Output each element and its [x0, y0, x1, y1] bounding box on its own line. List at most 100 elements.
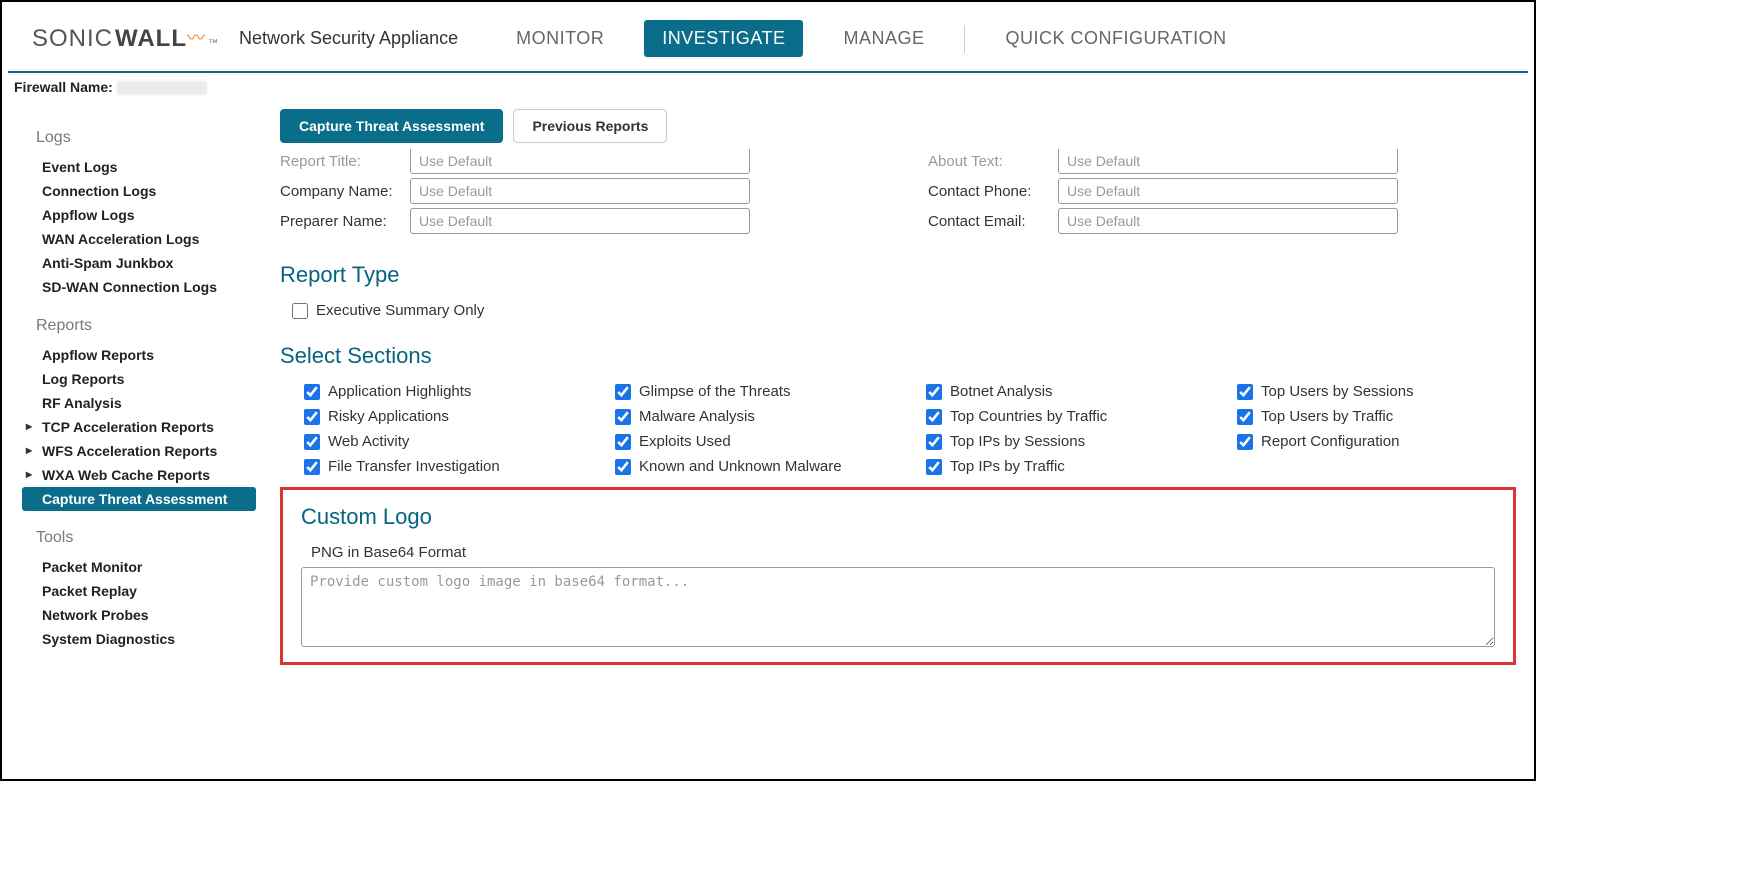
label-section: Top Users by Traffic [1261, 408, 1393, 425]
nav-investigate[interactable]: INVESTIGATE [644, 20, 803, 57]
form-top: Report Title: Company Name: Preparer Nam… [280, 145, 1516, 238]
sidebar-item-appflow-logs[interactable]: Appflow Logs [22, 203, 262, 227]
section-option: Top Countries by Traffic [926, 408, 1205, 425]
checkbox-section[interactable] [615, 434, 631, 450]
section-select-sections: Select Sections [280, 343, 1516, 369]
sidebar-item-packet-replay[interactable]: Packet Replay [22, 579, 262, 603]
sidebar-item-wan-accel-logs[interactable]: WAN Acceleration Logs [22, 227, 262, 251]
label-about-text: About Text: [928, 153, 1058, 170]
input-report-title[interactable] [410, 149, 750, 174]
input-company-name[interactable] [410, 178, 750, 204]
label-section: Exploits Used [639, 433, 731, 450]
label-preparer-name: Preparer Name: [280, 213, 410, 230]
section-report-type: Report Type [280, 262, 1516, 288]
checkbox-section[interactable] [615, 409, 631, 425]
label-report-title: Report Title: [280, 153, 410, 170]
main-content: Capture Threat Assessment Previous Repor… [262, 101, 1534, 675]
sidebar: Logs Event Logs Connection Logs Appflow … [2, 101, 262, 675]
sidebar-item-wfs-accel[interactable]: WFS Acceleration Reports [22, 439, 262, 463]
section-option: File Transfer Investigation [304, 458, 583, 475]
label-contact-phone: Contact Phone: [928, 183, 1058, 200]
firewall-name: Firewall Name: [2, 73, 1534, 101]
section-option: Exploits Used [615, 433, 894, 450]
checkbox-section[interactable] [1237, 384, 1253, 400]
section-custom-logo: Custom Logo [301, 504, 1495, 530]
label-section: Top IPs by Sessions [950, 433, 1085, 450]
tabs: Capture Threat Assessment Previous Repor… [280, 109, 1516, 143]
checkbox-section[interactable] [615, 459, 631, 475]
input-contact-phone[interactable] [1058, 178, 1398, 204]
section-option: Botnet Analysis [926, 383, 1205, 400]
sidebar-item-system-diagnostics[interactable]: System Diagnostics [22, 627, 262, 651]
checkbox-section[interactable] [926, 459, 942, 475]
section-option: Top IPs by Traffic [926, 458, 1205, 475]
label-png-base64: PNG in Base64 Format [311, 544, 1495, 561]
label-section: Known and Unknown Malware [639, 458, 842, 475]
sidebar-item-appflow-reports[interactable]: Appflow Reports [22, 343, 262, 367]
sidebar-item-capture-threat[interactable]: Capture Threat Assessment [22, 487, 256, 511]
section-option: Application Highlights [304, 383, 583, 400]
firewall-value-redacted [117, 81, 207, 95]
section-option: Top Users by Sessions [1237, 383, 1516, 400]
sidebar-item-rf-analysis[interactable]: RF Analysis [22, 391, 262, 415]
sidebar-item-packet-monitor[interactable]: Packet Monitor [22, 555, 262, 579]
nav-manage[interactable]: MANAGE [825, 20, 942, 57]
checkbox-section[interactable] [304, 459, 320, 475]
label-section: Top Countries by Traffic [950, 408, 1107, 425]
sidebar-item-network-probes[interactable]: Network Probes [22, 603, 262, 627]
label-contact-email: Contact Email: [928, 213, 1058, 230]
label-section: Top Users by Sessions [1261, 383, 1414, 400]
input-preparer-name[interactable] [410, 208, 750, 234]
label-section: Report Configuration [1261, 433, 1399, 450]
sidebar-group-logs: Logs [36, 129, 262, 147]
sidebar-group-reports: Reports [36, 317, 262, 335]
textarea-custom-logo[interactable] [301, 567, 1495, 647]
flame-icon: 〰 [187, 24, 206, 50]
checkbox-section[interactable] [304, 434, 320, 450]
logo-wall: WALL [115, 25, 187, 53]
logo-tm: ™ [208, 38, 219, 49]
label-section: Top IPs by Traffic [950, 458, 1065, 475]
checkbox-section[interactable] [926, 409, 942, 425]
header: SONICWALL〰™ Network Security Appliance M… [2, 2, 1534, 71]
logo-sonic: SONIC [32, 25, 113, 53]
checkbox-section[interactable] [615, 384, 631, 400]
label-company-name: Company Name: [280, 183, 410, 200]
nav-quick-config[interactable]: QUICK CONFIGURATION [987, 20, 1244, 57]
tab-capture[interactable]: Capture Threat Assessment [280, 109, 503, 143]
sidebar-item-anti-spam[interactable]: Anti-Spam Junkbox [22, 251, 262, 275]
label-section: Risky Applications [328, 408, 449, 425]
checkbox-section[interactable] [304, 409, 320, 425]
section-option: Risky Applications [304, 408, 583, 425]
label-section: Botnet Analysis [950, 383, 1053, 400]
appliance-label: Network Security Appliance [239, 28, 458, 49]
section-option: Known and Unknown Malware [615, 458, 894, 475]
checkbox-section[interactable] [1237, 409, 1253, 425]
sidebar-group-tools: Tools [36, 529, 262, 547]
label-exec-only: Executive Summary Only [316, 302, 484, 319]
sidebar-item-connection-logs[interactable]: Connection Logs [22, 179, 262, 203]
sidebar-item-wxa-cache[interactable]: WXA Web Cache Reports [22, 463, 262, 487]
label-section: File Transfer Investigation [328, 458, 500, 475]
input-about-text[interactable] [1058, 149, 1398, 174]
input-contact-email[interactable] [1058, 208, 1398, 234]
section-option: Glimpse of the Threats [615, 383, 894, 400]
section-option: Web Activity [304, 433, 583, 450]
checkbox-section[interactable] [304, 384, 320, 400]
sidebar-item-event-logs[interactable]: Event Logs [22, 155, 262, 179]
label-section: Glimpse of the Threats [639, 383, 790, 400]
checkbox-section[interactable] [926, 434, 942, 450]
checkbox-exec-only[interactable] [292, 303, 308, 319]
top-nav: MONITOR INVESTIGATE MANAGE QUICK CONFIGU… [498, 20, 1245, 57]
checkbox-section[interactable] [1237, 434, 1253, 450]
sidebar-item-tcp-accel[interactable]: TCP Acceleration Reports [22, 415, 262, 439]
sidebar-item-log-reports[interactable]: Log Reports [22, 367, 262, 391]
tab-previous[interactable]: Previous Reports [513, 109, 667, 143]
nav-monitor[interactable]: MONITOR [498, 20, 622, 57]
firewall-label: Firewall Name: [14, 79, 113, 95]
sidebar-item-sdwan-logs[interactable]: SD-WAN Connection Logs [22, 275, 262, 299]
section-option: Malware Analysis [615, 408, 894, 425]
row-exec-only: Executive Summary Only [292, 302, 1516, 319]
checkbox-section[interactable] [926, 384, 942, 400]
section-option: Top IPs by Sessions [926, 433, 1205, 450]
